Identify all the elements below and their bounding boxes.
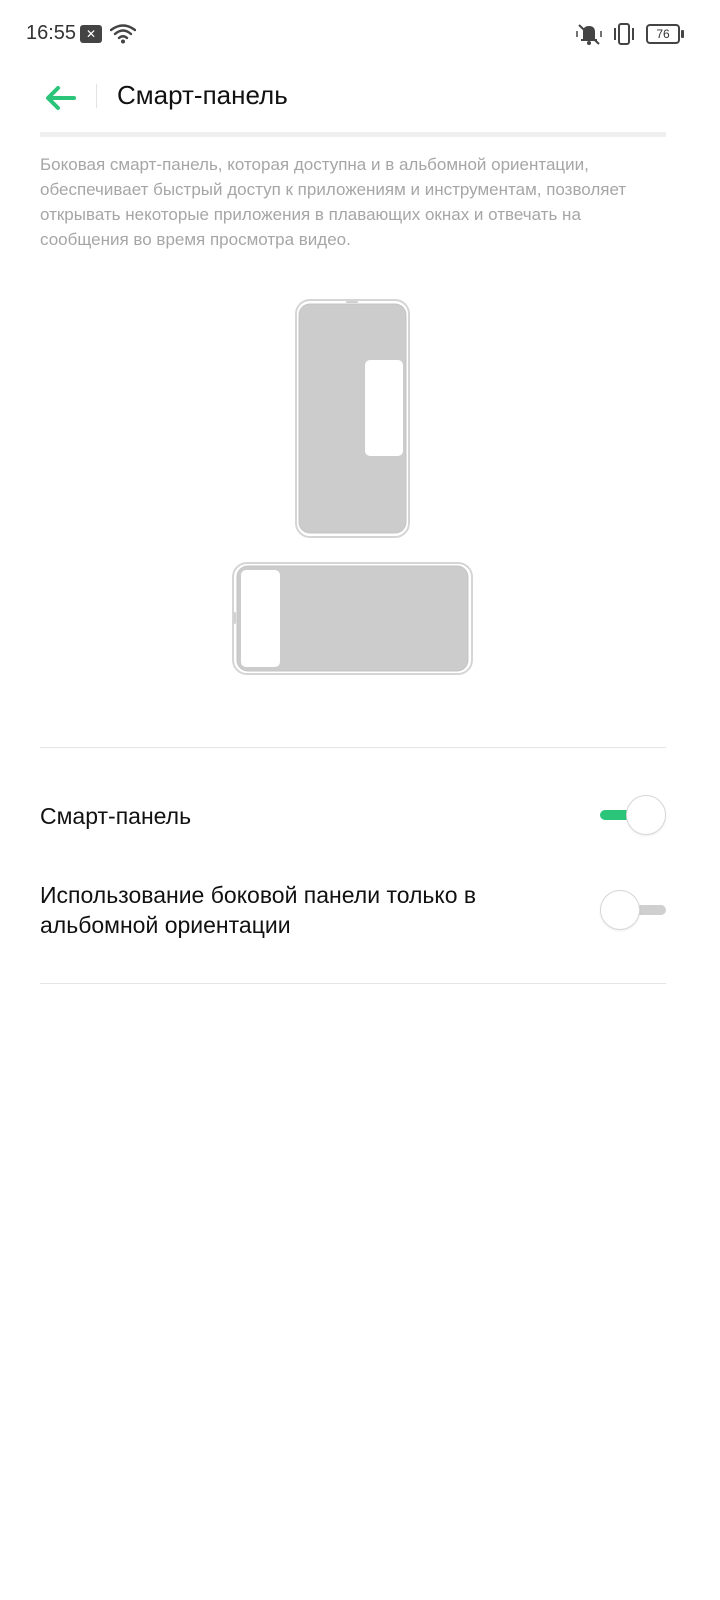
smart-panel-toggle[interactable] (600, 795, 666, 835)
section-divider (40, 983, 666, 984)
mute-icon (576, 24, 602, 45)
header-divider (96, 84, 97, 108)
status-time: 16:55 (26, 22, 77, 44)
status-bar: 16:55 ✕ 76 (0, 0, 720, 70)
wifi-icon (110, 24, 136, 44)
toggle-knob (600, 890, 640, 930)
portrait-phone-image (295, 299, 410, 538)
smart-panel-setting-row[interactable]: Смарт-панель (40, 795, 666, 837)
header-separator (40, 132, 666, 137)
landscape-only-setting-row[interactable]: Использование боковой панели только в ал… (40, 880, 666, 942)
smart-panel-illustration (232, 299, 473, 675)
smart-panel-label: Смарт-панель (40, 803, 192, 829)
app-header: Смарт-панель (0, 70, 720, 130)
page-title: Смарт-панель (117, 80, 288, 110)
feature-description: Боковая смарт-панель, которая доступна и… (40, 155, 627, 249)
landscape-only-toggle[interactable] (600, 890, 666, 930)
landscape-only-label: Использование боковой панели только в ал… (40, 882, 477, 938)
landscape-phone-image (232, 562, 473, 675)
notification-x-icon: ✕ (80, 25, 102, 43)
vibrate-icon (614, 23, 634, 45)
back-arrow-icon (46, 86, 76, 110)
section-divider (40, 747, 666, 748)
back-button[interactable] (40, 78, 80, 118)
battery-icon: 76 (646, 24, 684, 44)
toggle-knob (626, 795, 666, 835)
